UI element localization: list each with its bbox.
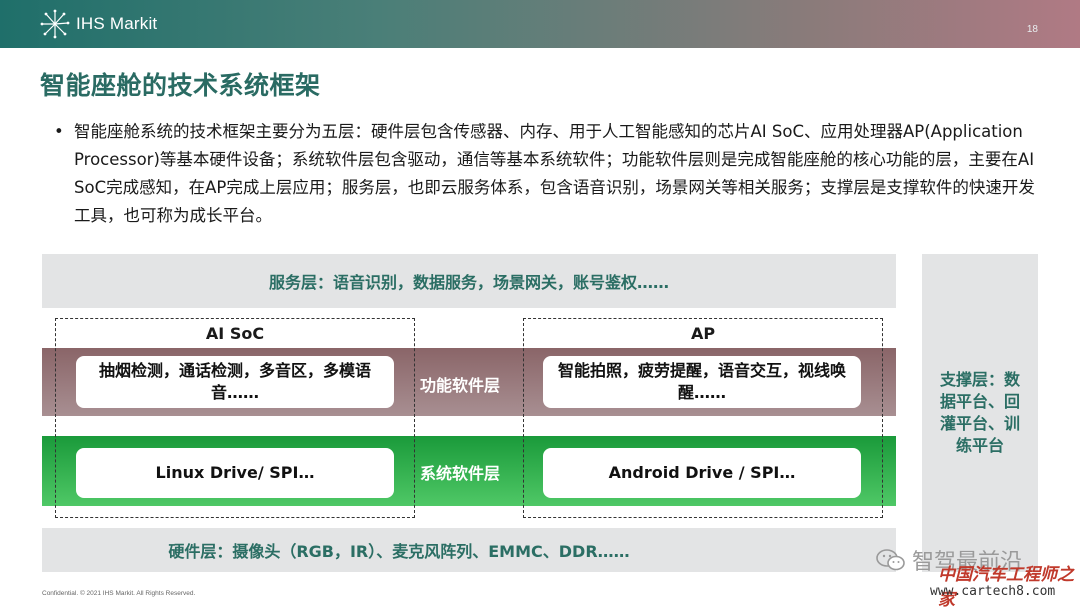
- system-layer-label: 系统软件层: [420, 464, 501, 483]
- bullet-marker: •: [54, 122, 64, 141]
- watermark-line3: www.cartech8.com: [930, 584, 1056, 599]
- logo-text: IHS Markit: [76, 14, 158, 33]
- starburst-logo-icon: [40, 9, 70, 39]
- slide-title: 智能座舱的技术系统框架: [40, 71, 321, 100]
- ai-soc-title: AI SoC: [205, 324, 265, 343]
- bullet-paragraph: • 智能座舱系统的技术框架主要分为五层：硬件层包含传感器、内存、用于人工智能感知…: [54, 118, 1044, 230]
- ai-soc-system-box: Linux Drive/ SPI…: [76, 448, 394, 498]
- ap-title: AP: [690, 324, 716, 343]
- page-number: 18: [1026, 24, 1038, 35]
- ap-system-box: Android Drive / SPI…: [543, 448, 861, 498]
- service-layer: 服务层：语音识别，数据服务，场景网关，账号鉴权……: [42, 254, 896, 308]
- function-layer-label: 功能软件层: [420, 376, 501, 395]
- header-bar: IHS Markit 18: [0, 0, 1080, 48]
- hardware-layer: 硬件层：摄像头（RGB，IR）、麦克风阵列、EMMC、DDR……: [42, 528, 896, 572]
- ap-function-box: 智能拍照，疲劳提醒，语音交互，视线唤醒……: [543, 356, 861, 408]
- ai-soc-function-box: 抽烟检测，通话检测，多音区，多模语音……: [76, 356, 394, 408]
- wechat-icon: [876, 549, 905, 571]
- bullet-text: 智能座舱系统的技术框架主要分为五层：硬件层包含传感器、内存、用于人工智能感知的芯…: [74, 122, 1035, 225]
- support-layer: 支撑层：数据平台、回灌平台、训练平台: [922, 254, 1038, 572]
- footer-copyright: Confidential. © 2021 IHS Markit. All Rig…: [42, 590, 196, 597]
- ihs-markit-logo: IHS Markit: [40, 9, 157, 39]
